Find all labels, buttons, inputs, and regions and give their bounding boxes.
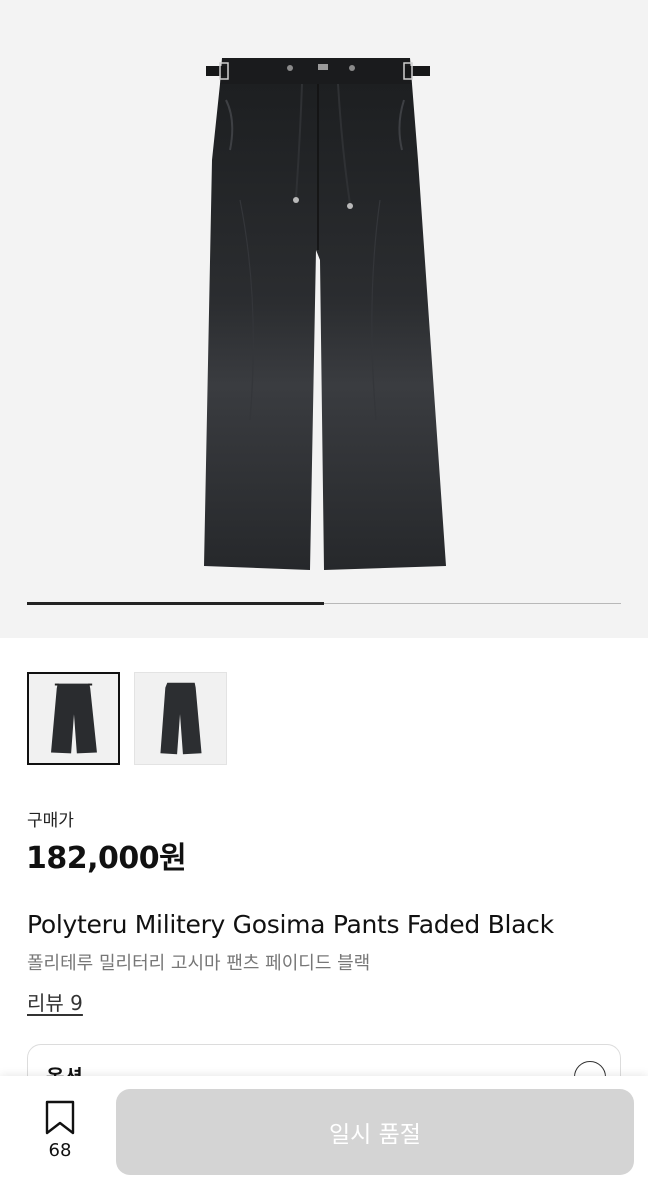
- thumbnail-image: [51, 683, 97, 754]
- reviews-link[interactable]: 리뷰 9: [27, 987, 83, 1016]
- product-image-gallery[interactable]: [0, 0, 648, 638]
- sold-out-button[interactable]: 일시 품절: [116, 1089, 634, 1175]
- bookmark-count: 68: [48, 1140, 72, 1161]
- thumbnail-strip: [27, 672, 227, 765]
- price-value: 182,000원: [26, 841, 187, 876]
- bookmark-icon: [45, 1100, 75, 1135]
- gallery-progress-fill: [27, 602, 324, 605]
- price-label: 구매가: [27, 811, 74, 831]
- product-image: [204, 58, 446, 570]
- product-name-korean: 폴리테루 밀리터리 고시마 팬츠 페이디드 블랙: [27, 953, 371, 974]
- bottom-action-bar: 68 일시 품절: [0, 1076, 648, 1200]
- thumbnail-image: [160, 682, 202, 755]
- product-name-english: Polyteru Militery Gosima Pants Faded Bla…: [27, 910, 554, 939]
- bookmark-button[interactable]: 68: [30, 1100, 90, 1164]
- gallery-progress-bar: [27, 602, 621, 605]
- thumbnail-1[interactable]: [27, 672, 120, 765]
- thumbnail-2[interactable]: [134, 672, 227, 765]
